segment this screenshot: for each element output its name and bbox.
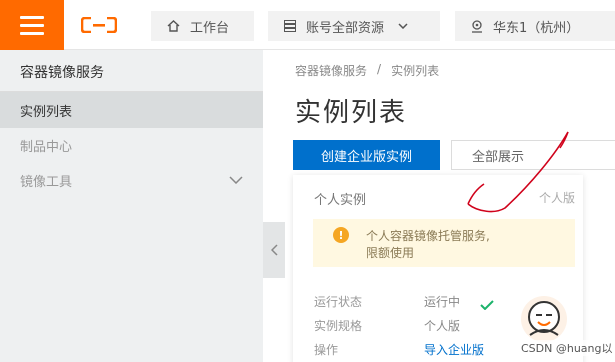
check-icon [480, 295, 494, 314]
import-enterprise-link[interactable]: 导入企业版 [424, 341, 484, 358]
spec-value: 个人版 [424, 319, 461, 333]
sidebar-item-label: 制品中心 [20, 139, 73, 155]
sidebar-title: 容器镜像服务 [20, 65, 104, 81]
sidebar: 容器镜像服务 实例列表 制品中心 镜像工具 [0, 50, 263, 362]
page-title: 实例列表 [295, 98, 408, 128]
sidebar-item-label: 实例列表 [20, 104, 73, 120]
breadcrumb-item-current: 实例列表 [391, 64, 440, 78]
region-label: 华东1（杭州） [493, 20, 580, 36]
sidebar-item-image-tools[interactable]: 镜像工具 [0, 162, 263, 198]
menu-icon[interactable] [0, 0, 64, 50]
breadcrumb-item-service[interactable]: 容器镜像服务 [295, 62, 367, 79]
card-title: 个人实例 [314, 193, 367, 208]
server-icon [284, 20, 296, 32]
watermark: CSDN @huang以 [521, 340, 613, 356]
avatar [521, 296, 567, 342]
notice-text: 个人容器镜像托管服务, [366, 229, 490, 243]
sidebar-item-instances[interactable]: 实例列表 [0, 92, 263, 128]
chevron-down-icon [398, 23, 408, 29]
breadcrumb: 容器镜像服务 / 实例列表 [295, 62, 439, 79]
region-selector[interactable]: 华东1（杭州） [455, 11, 615, 41]
aliyun-logo-icon[interactable] [66, 0, 132, 50]
workbench-label: 工作台 [190, 20, 230, 36]
resource-selector-label: 账号全部资源 [306, 20, 385, 36]
warning-icon: ! [333, 227, 349, 243]
spec-label: 实例规格 [314, 319, 363, 333]
workbench-button[interactable]: 工作台 [151, 11, 254, 41]
sidebar-item-artifacts[interactable]: 制品中心 [0, 127, 263, 163]
sidebar-item-label: 镜像工具 [20, 174, 73, 190]
status-value: 运行中 [424, 295, 461, 309]
notice-banner: ! 个人容器镜像托管服务, 限额使用 [313, 219, 575, 267]
breadcrumb-separator: / [377, 62, 382, 76]
location-icon [471, 19, 483, 33]
resource-selector[interactable]: 账号全部资源 [268, 11, 440, 41]
create-enterprise-instance-button[interactable]: 创建企业版实例 [293, 140, 440, 170]
home-icon [167, 20, 180, 32]
chevron-down-icon [229, 162, 243, 198]
notice-text: 限额使用 [366, 246, 415, 260]
top-bar: 工作台 账号全部资源 华东1（杭州） [0, 0, 615, 50]
actions-label: 操作 [314, 343, 339, 357]
annotation-arrow-icon [467, 131, 569, 213]
status-label: 运行状态 [314, 295, 363, 309]
